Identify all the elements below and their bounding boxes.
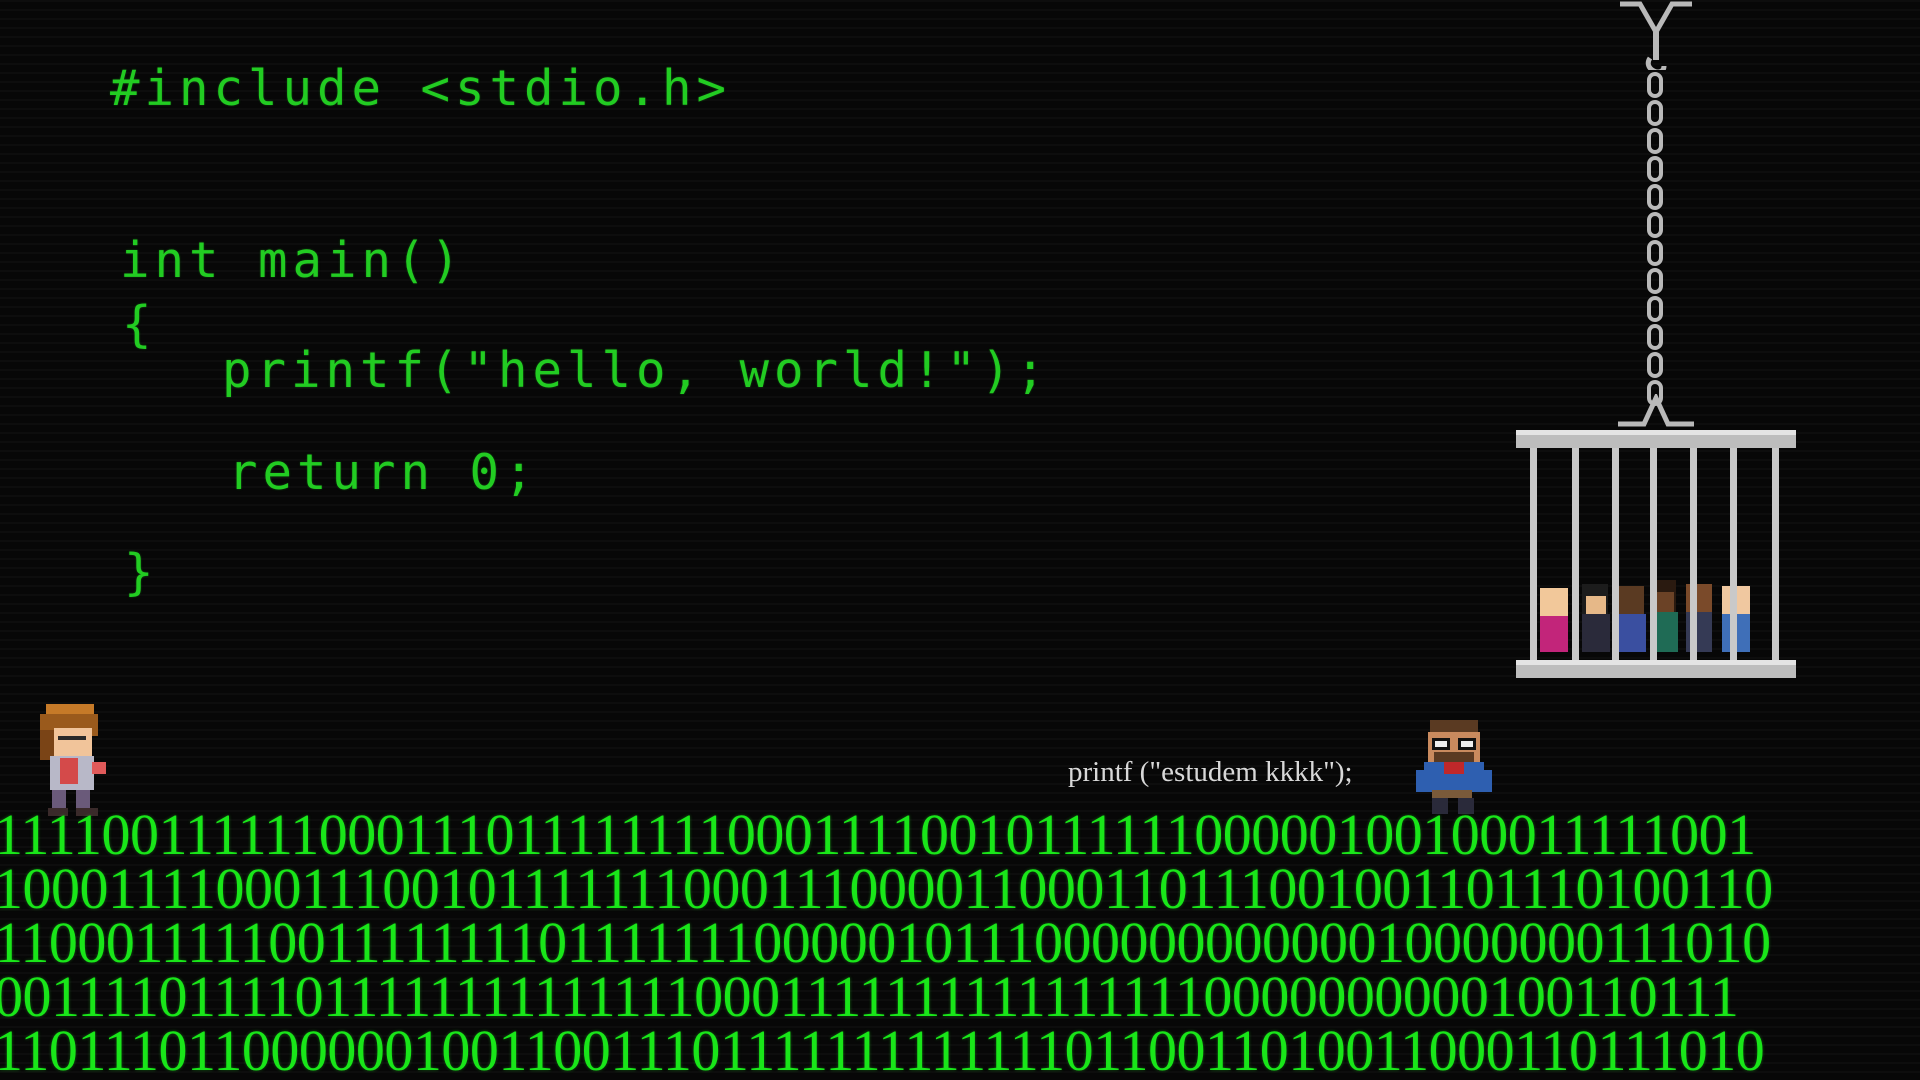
binary-row: 1101110110000001001100111011111111111110…	[0, 1018, 1765, 1080]
binary-row: 1100011111001111111101111111000001011100…	[0, 910, 1771, 975]
code-return-line: return 0;	[228, 444, 539, 501]
game-stage: #include <stdio.h> int main() { printf("…	[0, 0, 1920, 1080]
binary-row: 0011110111101111111111111100011111111111…	[0, 964, 1739, 1029]
chain-hook-icon	[1620, 1, 1692, 70]
caged-students-sprite	[1540, 580, 1750, 652]
villain-printf-caption: printf ("estudem kkkk");	[1068, 756, 1353, 788]
hanging-cage	[1516, 430, 1796, 678]
code-close-brace: }	[124, 544, 159, 601]
binary-row: 1111001111110001110111111110001111001011…	[0, 808, 1756, 867]
cage-hanger-icon	[1618, 394, 1694, 427]
player-character-sprite	[40, 704, 106, 816]
binary-row: 1000111100011100101111111000111000011000…	[0, 856, 1773, 921]
binary-floor: 1111001111110001110111111110001111001011…	[0, 808, 1920, 1080]
code-include-line: #include <stdio.h>	[110, 60, 732, 117]
code-main-line: int main()	[120, 232, 466, 289]
code-printf-line: printf("hello, world!");	[222, 342, 1051, 399]
nerd-villain-sprite	[1416, 720, 1492, 814]
code-open-brace: {	[122, 296, 157, 353]
